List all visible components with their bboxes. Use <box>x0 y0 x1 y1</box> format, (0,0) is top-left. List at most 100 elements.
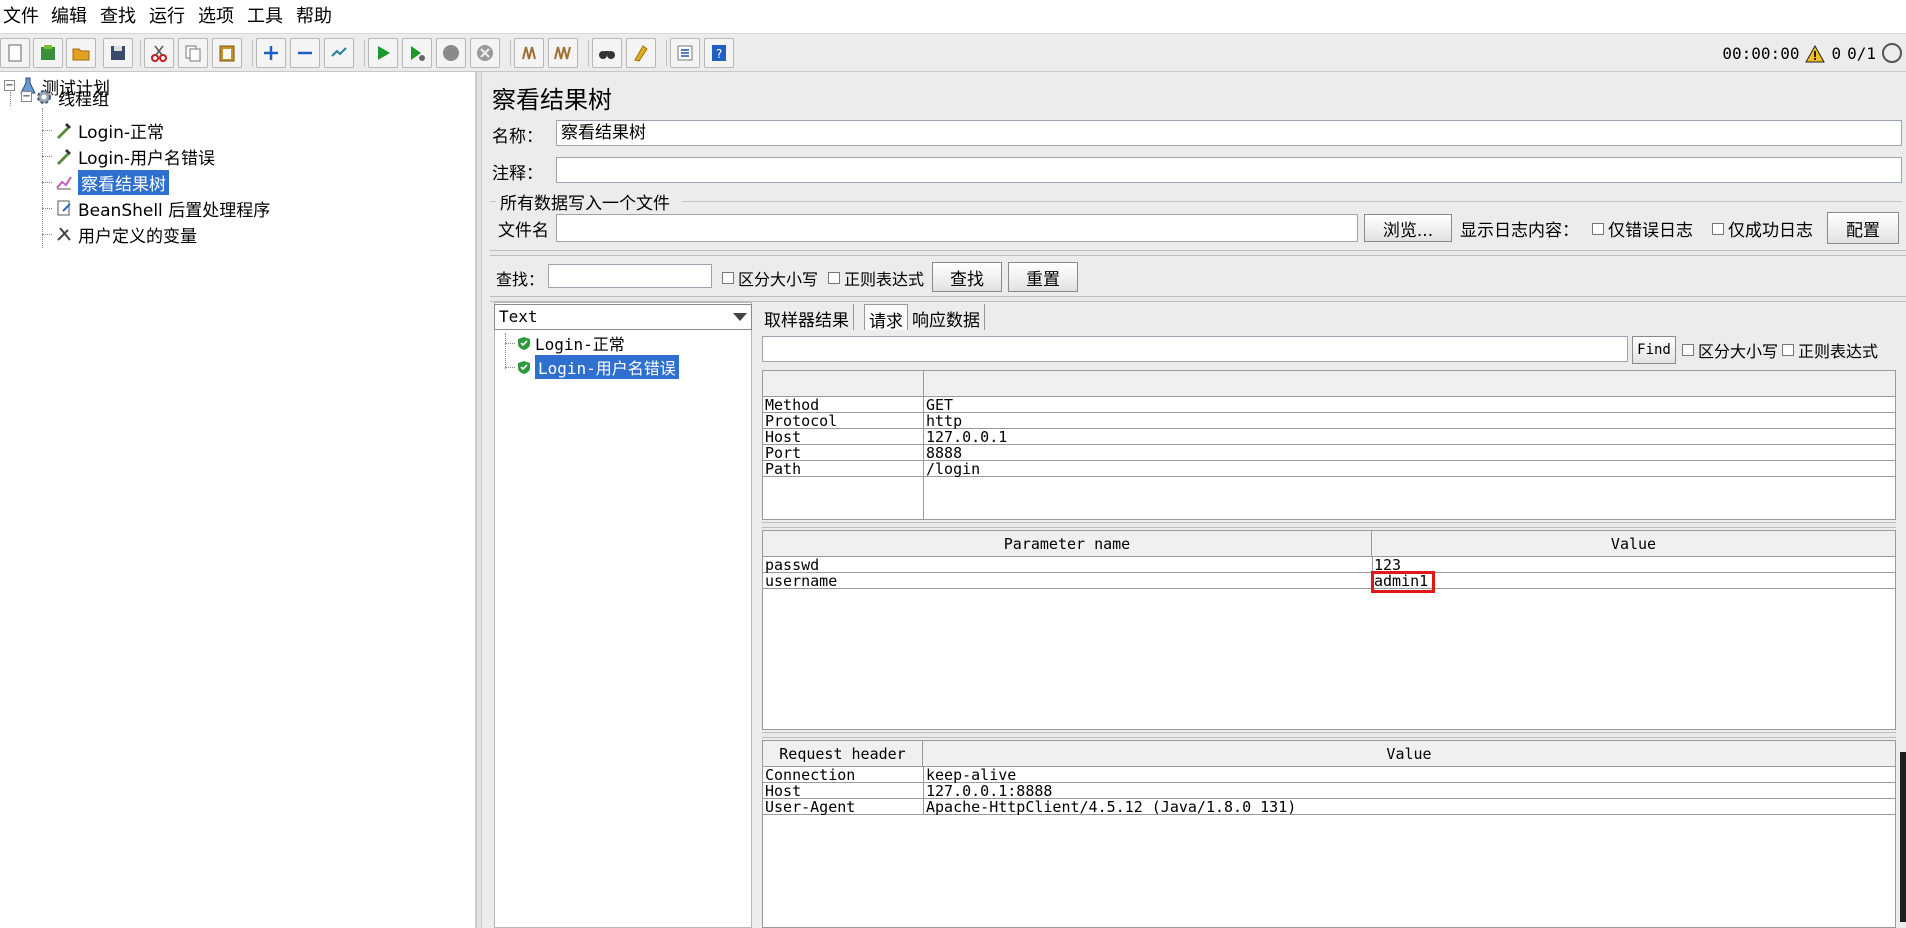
checkbox-box[interactable] <box>1682 344 1694 356</box>
checkbox-box[interactable] <box>1712 222 1724 235</box>
remote-globe-icon[interactable] <box>1882 43 1902 63</box>
request-find-button[interactable]: Find <box>1632 336 1676 364</box>
column-parameter-name[interactable]: Parameter name <box>763 531 1372 557</box>
name-label: 名称： <box>492 127 543 147</box>
chart-icon <box>54 172 74 192</box>
table-row: User-Agent Apache-HttpClient/4.5.12 (Java… <box>763 799 1895 815</box>
result-sample-login-ok[interactable]: Login-正常 <box>517 331 625 355</box>
tab-sampler-result[interactable]: 取样器结果 <box>760 304 854 331</box>
column-value[interactable]: Value <box>1372 531 1895 557</box>
menu-tools[interactable]: 工具 <box>247 6 283 28</box>
toolbar: ? 00:00:00 0 0/1 <box>0 34 1906 72</box>
tab-request[interactable]: 请求 <box>864 304 908 332</box>
file-group-title: 所有数据写入一个文件 <box>498 189 672 214</box>
toggle-icon[interactable] <box>324 38 354 68</box>
clear-all-icon[interactable] <box>548 38 578 68</box>
reset-search-icon[interactable] <box>626 38 656 68</box>
horizontal-splitter[interactable] <box>762 732 1896 738</box>
find-button[interactable]: 查找 <box>932 262 1002 292</box>
collapse-icon[interactable] <box>290 38 320 68</box>
request-regex-checkbox[interactable]: 正则表达式 <box>1782 338 1878 362</box>
elapsed-time: 00:00:00 <box>1722 44 1800 63</box>
stop-icon[interactable] <box>436 38 466 68</box>
column-request-header[interactable]: Request header <box>763 741 923 767</box>
checkbox-box[interactable] <box>1592 222 1604 235</box>
browse-button[interactable]: 浏览... <box>1364 214 1452 242</box>
warning-count: 0 <box>1831 44 1842 63</box>
scrollbar[interactable] <box>1900 752 1906 922</box>
tree-node-view-results[interactable]: 察看结果树 <box>54 169 169 195</box>
regex-checkbox[interactable]: 正则表达式 <box>828 266 924 290</box>
new-icon[interactable] <box>0 38 30 68</box>
script-icon <box>54 198 74 218</box>
collapse-toggle[interactable]: − <box>21 91 32 102</box>
warning-icon <box>1805 44 1826 62</box>
copy-icon[interactable] <box>178 38 208 68</box>
svg-text:?: ? <box>716 47 722 61</box>
case-sensitive-checkbox[interactable]: 区分大小写 <box>722 266 818 290</box>
cut-icon[interactable] <box>144 38 174 68</box>
tree-node-login-user-error[interactable]: Login-用户名错误 <box>54 143 215 169</box>
request-table-header <box>763 371 1895 397</box>
horizontal-splitter[interactable] <box>490 250 1906 256</box>
menu-run[interactable]: 运行 <box>149 6 185 28</box>
thread-count: 0/1 <box>1847 44 1876 63</box>
wrench-icon <box>54 224 74 244</box>
table-row: username admin1 <box>763 573 1895 589</box>
renderer-select[interactable]: Text <box>494 304 752 330</box>
search-input[interactable] <box>548 264 712 288</box>
errors-only-checkbox[interactable]: 仅错误日志 <box>1592 216 1693 241</box>
test-plan-tree: − 测试计划 − 线程组 Login-正常 Login-用户名错误 察看结果树 … <box>0 72 476 928</box>
tree-node-thread-group[interactable]: 线程组 <box>34 84 109 110</box>
tab-response-data[interactable]: 响应数据 <box>908 304 985 331</box>
checkbox-box[interactable] <box>1782 344 1794 356</box>
function-helper-icon[interactable] <box>670 38 700 68</box>
save-icon[interactable] <box>103 38 133 68</box>
menu-help[interactable]: 帮助 <box>296 6 332 28</box>
collapse-toggle[interactable]: − <box>4 80 15 91</box>
gear-icon <box>34 87 54 107</box>
result-sample-login-user-error[interactable]: Login-用户名错误 <box>517 355 679 379</box>
reset-button[interactable]: 重置 <box>1008 262 1078 292</box>
filename-field[interactable] <box>556 214 1358 242</box>
paste-icon[interactable] <box>212 38 242 68</box>
pipette-icon <box>54 120 74 140</box>
shutdown-icon[interactable] <box>470 38 500 68</box>
clear-icon[interactable] <box>514 38 544 68</box>
comment-field[interactable] <box>556 157 1902 183</box>
result-tree: Login-正常 Login-用户名错误 <box>494 302 752 928</box>
tree-node-user-variables[interactable]: 用户定义的变量 <box>54 221 197 247</box>
checkbox-box[interactable] <box>828 272 840 284</box>
request-case-checkbox[interactable]: 区分大小写 <box>1682 338 1778 362</box>
success-only-checkbox[interactable]: 仅成功日志 <box>1712 216 1813 241</box>
search-label: 查找： <box>496 270 545 289</box>
menu-edit[interactable]: 编辑 <box>51 6 87 28</box>
menu-file[interactable]: 文件 <box>3 6 39 28</box>
configure-button[interactable]: 配置 <box>1827 212 1899 244</box>
help-icon[interactable]: ? <box>704 38 734 68</box>
parameters-table-header: Parameter name Value <box>763 531 1895 557</box>
comment-label: 注释： <box>492 164 543 184</box>
page-title: 察看结果树 <box>492 86 612 114</box>
tree-node-beanshell[interactable]: BeanShell 后置处理程序 <box>54 195 270 221</box>
horizontal-splitter[interactable] <box>762 522 1896 528</box>
request-headers-table: Request header Value Connection keep-aliv… <box>762 740 1896 928</box>
templates-icon[interactable] <box>33 38 63 68</box>
expand-icon[interactable] <box>256 38 286 68</box>
table-row: Host 127.0.0.1:8888 <box>763 783 1895 799</box>
menu-options[interactable]: 选项 <box>198 6 234 28</box>
request-search-input[interactable] <box>762 336 1628 362</box>
open-icon[interactable] <box>66 38 96 68</box>
table-row: Path/login <box>763 461 1895 477</box>
search-icon[interactable] <box>592 38 622 68</box>
menu-search[interactable]: 查找 <box>100 6 136 28</box>
name-field[interactable]: 察看结果树 <box>556 120 1902 146</box>
checkbox-box[interactable] <box>722 272 734 284</box>
start-icon[interactable] <box>368 38 398 68</box>
table-row: Protocol http <box>763 413 1895 429</box>
start-no-pause-icon[interactable] <box>402 38 432 68</box>
tree-node-login-ok[interactable]: Login-正常 <box>54 117 164 143</box>
column-value[interactable]: Value <box>923 741 1895 767</box>
chevron-down-icon <box>733 313 747 321</box>
headers-table-header: Request header Value <box>763 741 1895 767</box>
